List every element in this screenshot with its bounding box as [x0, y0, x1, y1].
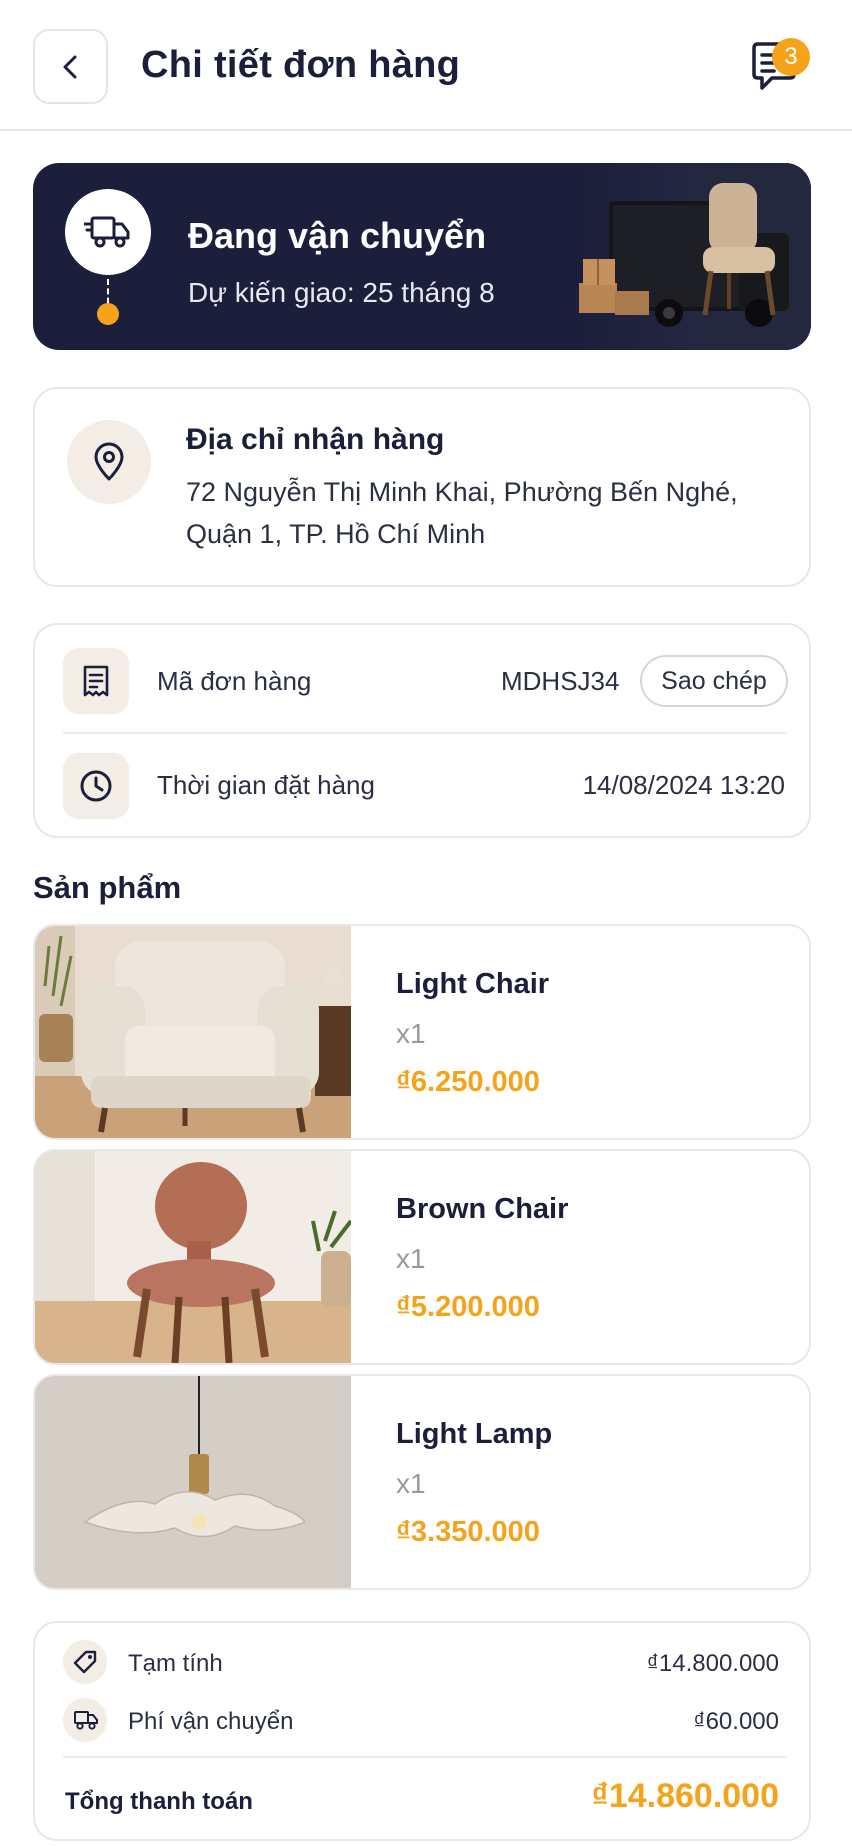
total-label: Tổng thanh toán	[65, 1788, 253, 1815]
shipping-icon-container	[63, 1698, 107, 1742]
payment-summary-card: Tạm tính ₫14.800.000 Phí vận chuyển ₫60.…	[33, 1621, 811, 1841]
product-card[interactable]: Brown Chair x1 ₫5.200.000	[33, 1149, 811, 1365]
shipping-truck-icon	[74, 1711, 98, 1730]
product-quantity: x1	[396, 1468, 426, 1499]
timeline-dot	[97, 303, 119, 325]
shipping-fee-value: ₫60.000	[693, 1708, 779, 1735]
back-button[interactable]	[33, 29, 108, 104]
light-chair-image	[35, 926, 351, 1138]
subtotal-label: Tạm tính	[128, 1650, 223, 1677]
product-name: Brown Chair	[396, 1193, 569, 1225]
summary-divider	[63, 1756, 787, 1758]
light-lamp-image	[35, 1376, 351, 1588]
tag-icon-container	[63, 1640, 107, 1684]
product-card[interactable]: Light Chair x1 ₫6.250.000	[33, 924, 811, 1140]
order-time-value: 14/08/2024 13:20	[582, 770, 785, 800]
status-subtitle: Dự kiến giao: 25 tháng 8	[188, 277, 495, 308]
page-title: Chi tiết đơn hàng	[141, 44, 461, 86]
order-code-value: MDHSJ34	[501, 666, 620, 696]
truck-icon	[84, 216, 130, 248]
clock-icon	[80, 770, 112, 802]
total-value: ₫14.860.000	[591, 1777, 779, 1815]
location-pin-icon	[94, 442, 124, 481]
status-icon-container	[65, 189, 151, 275]
shipping-address-card: Địa chỉ nhận hàng 72 Nguyễn Thị Minh Kha…	[33, 387, 811, 587]
location-icon-container	[67, 420, 151, 504]
product-quantity: x1	[396, 1243, 426, 1274]
product-quantity: x1	[396, 1018, 426, 1049]
product-price: ₫3.350.000	[396, 1516, 540, 1548]
shipping-status-card: Đang vận chuyển Dự kiến giao: 25 tháng 8	[33, 163, 811, 350]
address-line-1: 72 Nguyễn Thị Minh Khai, Phường Bến Nghé…	[186, 477, 738, 507]
delivery-truck-illustration	[579, 163, 811, 350]
receipt-icon	[83, 665, 109, 697]
product-name: Light Lamp	[396, 1418, 553, 1450]
order-time-label: Thời gian đặt hàng	[157, 770, 375, 800]
shipping-fee-label: Phí vận chuyển	[128, 1708, 294, 1735]
product-card[interactable]: Light Lamp x1 ₫3.350.000	[33, 1374, 811, 1590]
subtotal-value: ₫14.800.000	[646, 1650, 779, 1677]
product-name: Light Chair	[396, 968, 550, 1000]
info-divider	[63, 732, 787, 734]
clock-icon-container	[63, 753, 129, 819]
order-info-card: Mã đơn hàng MDHSJ34 Sao chép Thời gian đ…	[33, 623, 811, 838]
copy-button[interactable]: Sao chép	[640, 655, 788, 707]
status-title: Đang vận chuyển	[188, 215, 487, 256]
tag-icon	[73, 1650, 97, 1674]
header: Chi tiết đơn hàng 3	[0, 0, 852, 131]
address-line-2: Quận 1, TP. Hồ Chí Minh	[186, 519, 486, 549]
back-arrow-icon	[63, 55, 76, 78]
products-section-title: Sản phẩm	[33, 870, 182, 905]
product-price: ₫5.200.000	[396, 1291, 540, 1323]
address-title: Địa chỉ nhận hàng	[186, 423, 445, 456]
brown-chair-image	[35, 1151, 351, 1363]
order-code-label: Mã đơn hàng	[157, 666, 312, 696]
notification-badge: 3	[772, 38, 810, 76]
receipt-icon-container	[63, 648, 129, 714]
product-price: ₫6.250.000	[396, 1066, 540, 1098]
